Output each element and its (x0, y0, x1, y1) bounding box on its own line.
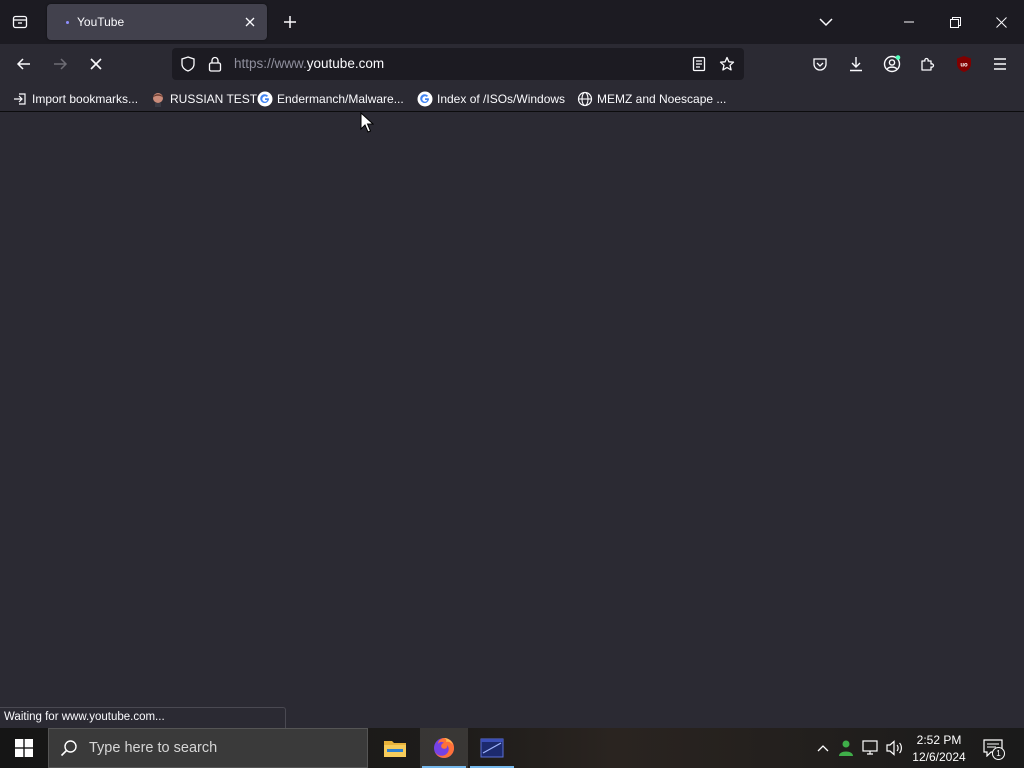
tab-title: YouTube (77, 15, 125, 29)
user-tray-button[interactable] (835, 738, 857, 758)
action-center-button[interactable]: 1 (980, 736, 1006, 760)
windows-logo-icon (15, 739, 33, 757)
page-content[interactable] (0, 113, 1024, 728)
taskbar-search-box[interactable]: Type here to search (48, 728, 368, 768)
reader-view-button[interactable] (690, 55, 708, 73)
minimize-button[interactable] (886, 0, 932, 44)
notification-count-badge: 1 (992, 747, 1005, 760)
person-icon (150, 91, 166, 107)
network-tray-button[interactable] (860, 738, 882, 758)
arrow-right-icon (54, 58, 68, 70)
svg-text:uo: uo (960, 63, 968, 69)
tab-youtube[interactable]: YouTube (47, 4, 267, 40)
bookmark-label: Endermanch/Malware... (277, 91, 404, 106)
tracking-protection-shield-icon[interactable] (179, 55, 197, 73)
import-icon (12, 91, 28, 107)
restore-button[interactable] (932, 0, 978, 44)
firefox-view-button[interactable] (6, 10, 34, 34)
start-button[interactable] (0, 728, 48, 768)
google-icon (257, 91, 273, 107)
account-icon (883, 55, 901, 73)
chevron-up-icon (817, 745, 829, 752)
bookmark-endermanch[interactable]: Endermanch/Malware... (257, 90, 404, 107)
close-icon (245, 17, 255, 27)
restore-icon (949, 16, 961, 28)
system-clock[interactable]: 2:52 PM 12/6/2024 (906, 732, 972, 766)
url-prefix: https://www. (234, 56, 307, 71)
status-panel: Waiting for www.youtube.com... (0, 707, 286, 728)
puzzle-piece-icon (921, 57, 935, 71)
clock-time: 2:52 PM (916, 733, 962, 747)
network-icon (862, 740, 878, 755)
close-window-button[interactable] (978, 0, 1024, 44)
folder-icon (384, 741, 406, 757)
bookmark-label: Index of /ISOs/Windows (437, 91, 566, 106)
back-button[interactable] (10, 50, 38, 78)
new-tab-button[interactable] (278, 10, 302, 34)
globe-icon (577, 91, 593, 107)
search-icon (49, 739, 89, 757)
bookmarks-toolbar: Import bookmarks... RUSSIAN TEST Enderma… (0, 84, 1024, 112)
google-icon (417, 91, 433, 107)
show-hidden-icons-button[interactable] (812, 738, 834, 758)
window-app-icon (480, 738, 504, 758)
ublock-origin-icon: uo (957, 56, 971, 72)
pocket-icon (813, 58, 827, 71)
close-icon (995, 16, 1007, 28)
firefox-view-icon (12, 15, 28, 29)
arrow-left-icon (16, 58, 30, 70)
bookmark-index-isos[interactable]: Index of /ISOs/Windows (417, 90, 565, 107)
plus-icon (284, 16, 296, 28)
tab-close-button[interactable] (241, 13, 259, 31)
bookmark-star-button[interactable] (718, 55, 736, 73)
navigation-toolbar: https://www.youtube.com uo (0, 44, 1024, 84)
user-green-icon (839, 740, 853, 756)
hamburger-menu-icon (994, 58, 1006, 70)
download-icon (850, 57, 862, 72)
bookmark-memz[interactable]: MEMZ and Noescape ... (577, 90, 726, 107)
extensions-button[interactable] (914, 50, 942, 78)
tab-strip: YouTube (0, 0, 1024, 44)
list-all-tabs-button[interactable] (814, 10, 838, 34)
address-bar[interactable]: https://www.youtube.com (172, 48, 744, 80)
url-host: youtube.com (306, 56, 385, 71)
stop-loading-button[interactable] (82, 50, 110, 78)
star-icon (719, 56, 735, 71)
bookmark-import[interactable]: Import bookmarks... (12, 90, 138, 107)
forward-button[interactable] (46, 50, 74, 78)
account-button[interactable] (878, 50, 906, 78)
firefox-icon (434, 737, 455, 758)
firefox-taskbar-button[interactable] (420, 728, 468, 768)
downloads-button[interactable] (842, 50, 870, 78)
speaker-icon (886, 740, 902, 756)
reader-view-icon (692, 56, 706, 72)
search-placeholder: Type here to search (89, 740, 218, 756)
lock-icon[interactable] (206, 55, 224, 73)
app-menu-button[interactable] (986, 50, 1014, 78)
mouse-cursor-icon (360, 111, 375, 139)
volume-tray-button[interactable] (884, 738, 906, 758)
bookmark-label: Import bookmarks... (32, 91, 139, 106)
control-panel-taskbar-button[interactable] (468, 728, 516, 768)
loading-indicator-icon (66, 21, 69, 24)
clock-date: 12/6/2024 (912, 750, 966, 764)
file-explorer-taskbar-button[interactable] (371, 728, 419, 768)
bookmark-russian-test[interactable]: RUSSIAN TEST (150, 90, 257, 107)
stop-icon (90, 58, 102, 70)
chevron-down-icon (819, 18, 833, 27)
ublock-origin-button[interactable]: uo (950, 50, 978, 78)
windows-taskbar: Type here to search 2:52 PM 12/6/2024 1 (0, 728, 1024, 768)
bookmark-label: MEMZ and Noescape ... (597, 91, 727, 106)
url-text[interactable]: https://www.youtube.com (234, 56, 384, 71)
minimize-icon (904, 21, 914, 23)
bookmark-label: RUSSIAN TEST (170, 91, 258, 106)
pocket-button[interactable] (806, 50, 834, 78)
